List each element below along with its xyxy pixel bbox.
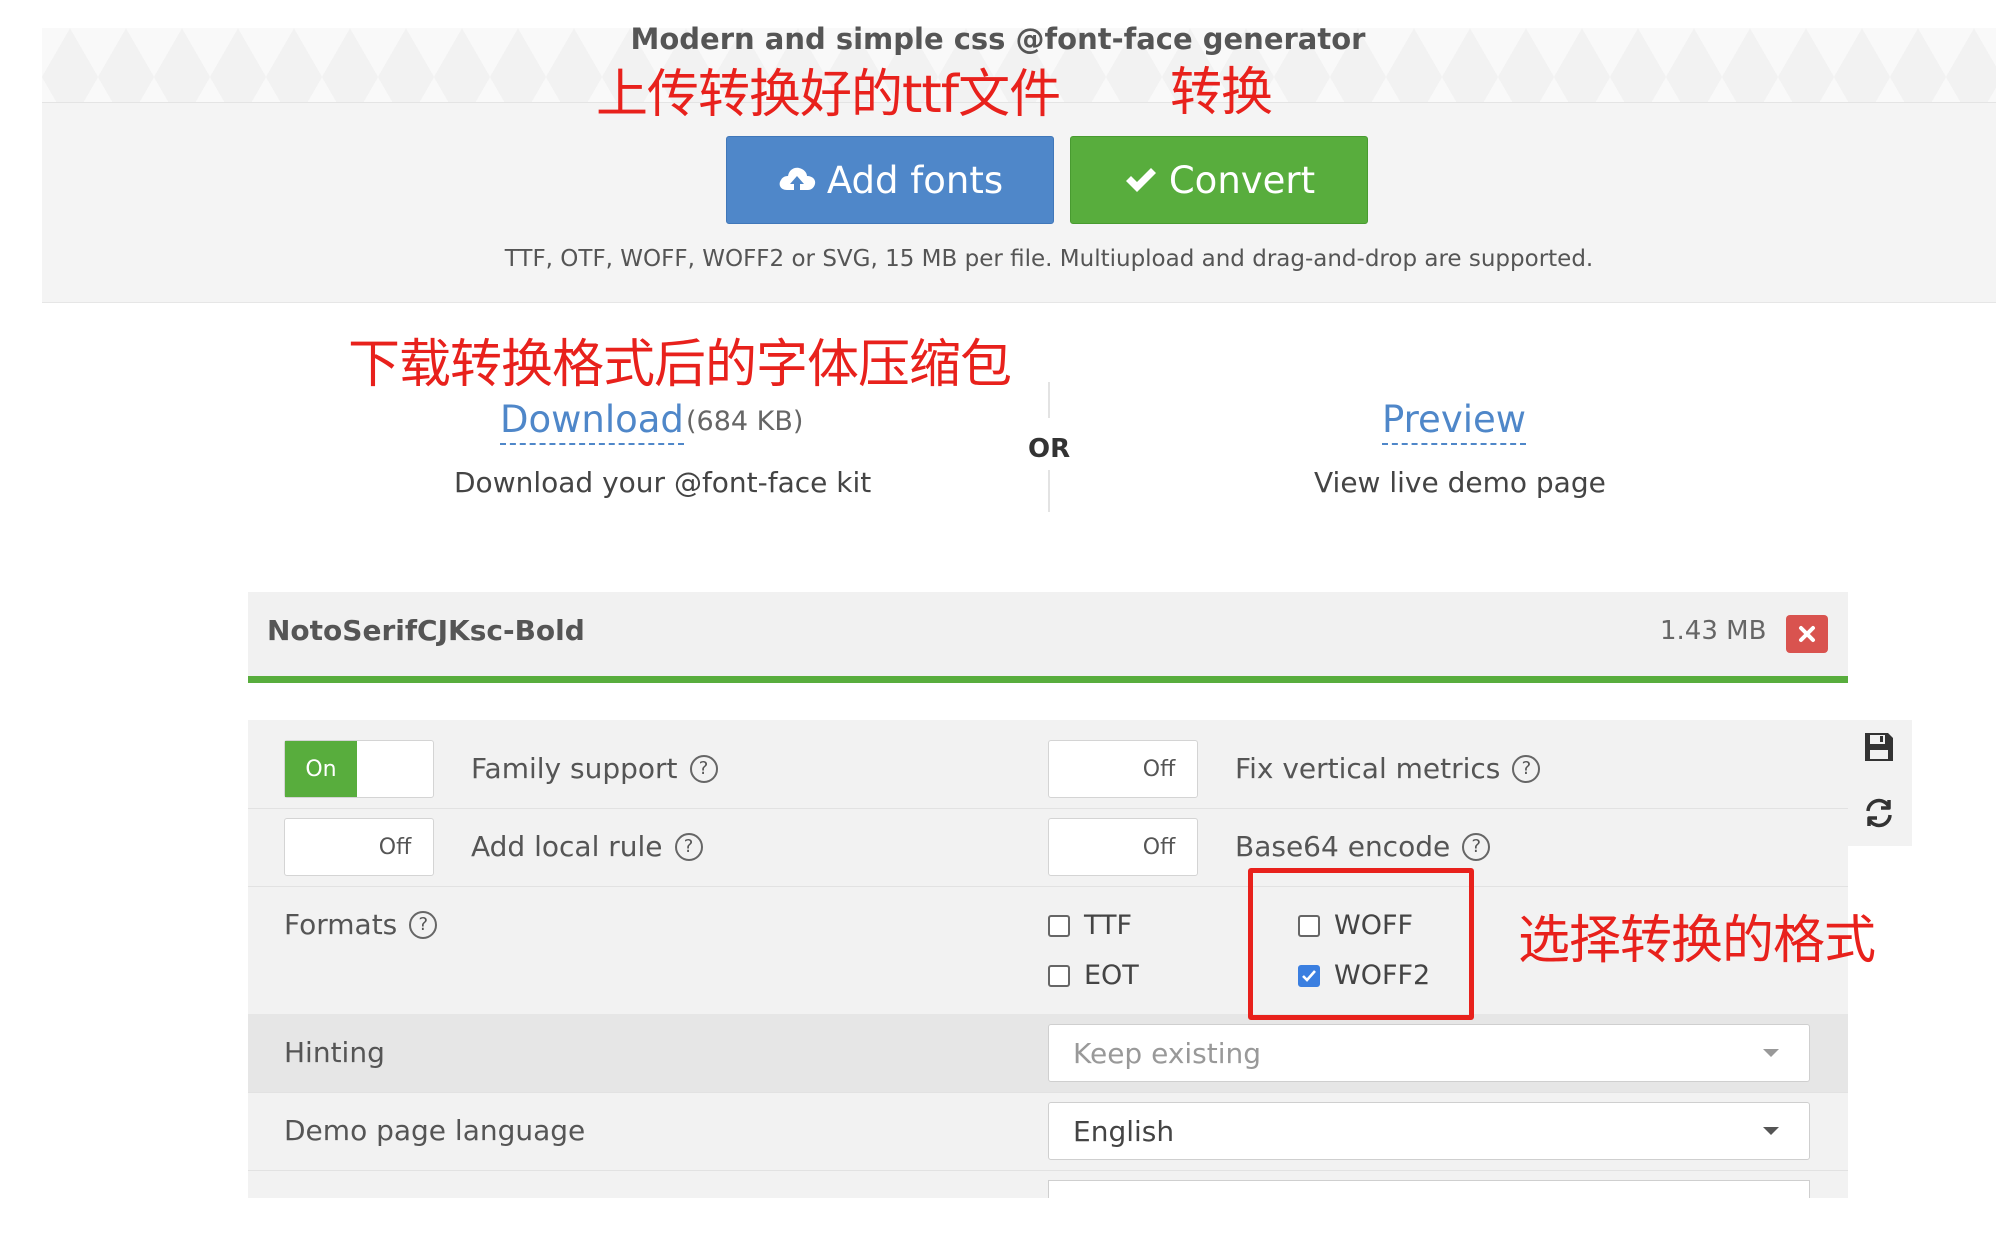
checkbox[interactable] (1048, 964, 1070, 987)
format-ttf-label: TTF (1084, 910, 1133, 941)
download-description: Download your @font-face kit (454, 466, 872, 499)
convert-button[interactable]: Convert (1070, 136, 1368, 224)
family-support-label: Family support ? (471, 752, 718, 785)
row-divider (248, 808, 1848, 809)
or-label: OR (1028, 434, 1071, 464)
row-divider (248, 1092, 1848, 1093)
fix-vertical-metrics-text: Fix vertical metrics (1235, 752, 1501, 785)
annotation-upload: 上传转换好的ttf文件 (596, 65, 1061, 125)
fix-vertical-metrics-label: Fix vertical metrics ? (1235, 752, 1541, 785)
annotation-choose-format: 选择转换的格式 (1518, 911, 1876, 971)
next-select-partial[interactable] (1048, 1180, 1810, 1198)
download-link[interactable]: Download (500, 398, 684, 445)
row-divider (248, 1170, 1848, 1171)
formats-highlight-box (1248, 868, 1474, 1020)
toggle-off-label: Off (378, 834, 412, 860)
add-local-rule-label: Add local rule ? (471, 830, 703, 863)
demo-language-value: English (1073, 1114, 1175, 1148)
demo-language-label: Demo page language (284, 1114, 586, 1147)
hinting-label: Hinting (284, 1036, 385, 1069)
family-support-toggle[interactable]: On (284, 740, 434, 798)
upload-support-note: TTF, OTF, WOFF, WOFF2 or SVG, 15 MB per … (504, 246, 1594, 272)
add-fonts-label: Add fonts (826, 158, 1004, 202)
help-icon[interactable]: ? (1512, 754, 1541, 783)
add-fonts-button[interactable]: Add fonts (726, 136, 1054, 224)
help-icon[interactable]: ? (409, 910, 438, 939)
preview-link[interactable]: Preview (1382, 398, 1527, 445)
help-icon[interactable]: ? (689, 754, 718, 783)
divider (1048, 470, 1050, 512)
annotation-convert: 转换 (1170, 63, 1273, 123)
format-eot-checkbox[interactable]: EOT (1048, 960, 1139, 991)
toggle-on-label: On (285, 741, 357, 797)
format-eot-label: EOT (1084, 960, 1139, 991)
formats-text: Formats (284, 908, 398, 941)
fix-vertical-metrics-toggle[interactable]: Off (1048, 740, 1198, 798)
help-icon[interactable]: ? (674, 832, 703, 861)
refresh-icon[interactable] (1862, 796, 1896, 834)
row-divider (248, 886, 1848, 887)
base64-encode-text: Base64 encode (1235, 830, 1451, 863)
toggle-off-label: Off (1142, 756, 1176, 782)
base64-encode-toggle[interactable]: Off (1048, 818, 1198, 876)
download-size: (684 KB) (686, 406, 804, 437)
base64-encode-label: Base64 encode ? (1235, 830, 1491, 863)
annotation-download-pack: 下载转换格式后的字体压缩包 (348, 335, 1012, 395)
save-icon[interactable] (1862, 730, 1896, 768)
hinting-select[interactable]: Keep existing (1048, 1024, 1810, 1082)
add-local-rule-text: Add local rule (471, 830, 663, 863)
close-icon (1799, 626, 1815, 642)
toggle-off-label: Off (1142, 834, 1176, 860)
divider (1048, 382, 1050, 418)
font-file-size: 1.43 MB (1660, 616, 1767, 646)
format-ttf-checkbox[interactable]: TTF (1048, 910, 1132, 941)
preview-description: View live demo page (1314, 466, 1606, 499)
hinting-value: Keep existing (1073, 1036, 1262, 1070)
chevron-down-icon (1763, 1049, 1779, 1057)
family-support-text: Family support (471, 752, 678, 785)
checkbox[interactable] (1048, 914, 1070, 937)
formats-label: Formats ? (284, 908, 438, 941)
add-local-rule-toggle[interactable]: Off (284, 818, 434, 876)
cloud-upload-icon (779, 167, 816, 196)
font-file-name: NotoSerifCJKsc-Bold (267, 614, 585, 647)
site-tagline: Modern and simple css @font-face generat… (630, 22, 1366, 56)
remove-font-button[interactable] (1786, 615, 1828, 653)
demo-language-select[interactable]: English (1048, 1102, 1810, 1160)
help-icon[interactable]: ? (1462, 832, 1491, 861)
chevron-down-icon (1763, 1127, 1779, 1135)
check-icon (1125, 168, 1156, 192)
convert-label: Convert (1168, 158, 1316, 202)
